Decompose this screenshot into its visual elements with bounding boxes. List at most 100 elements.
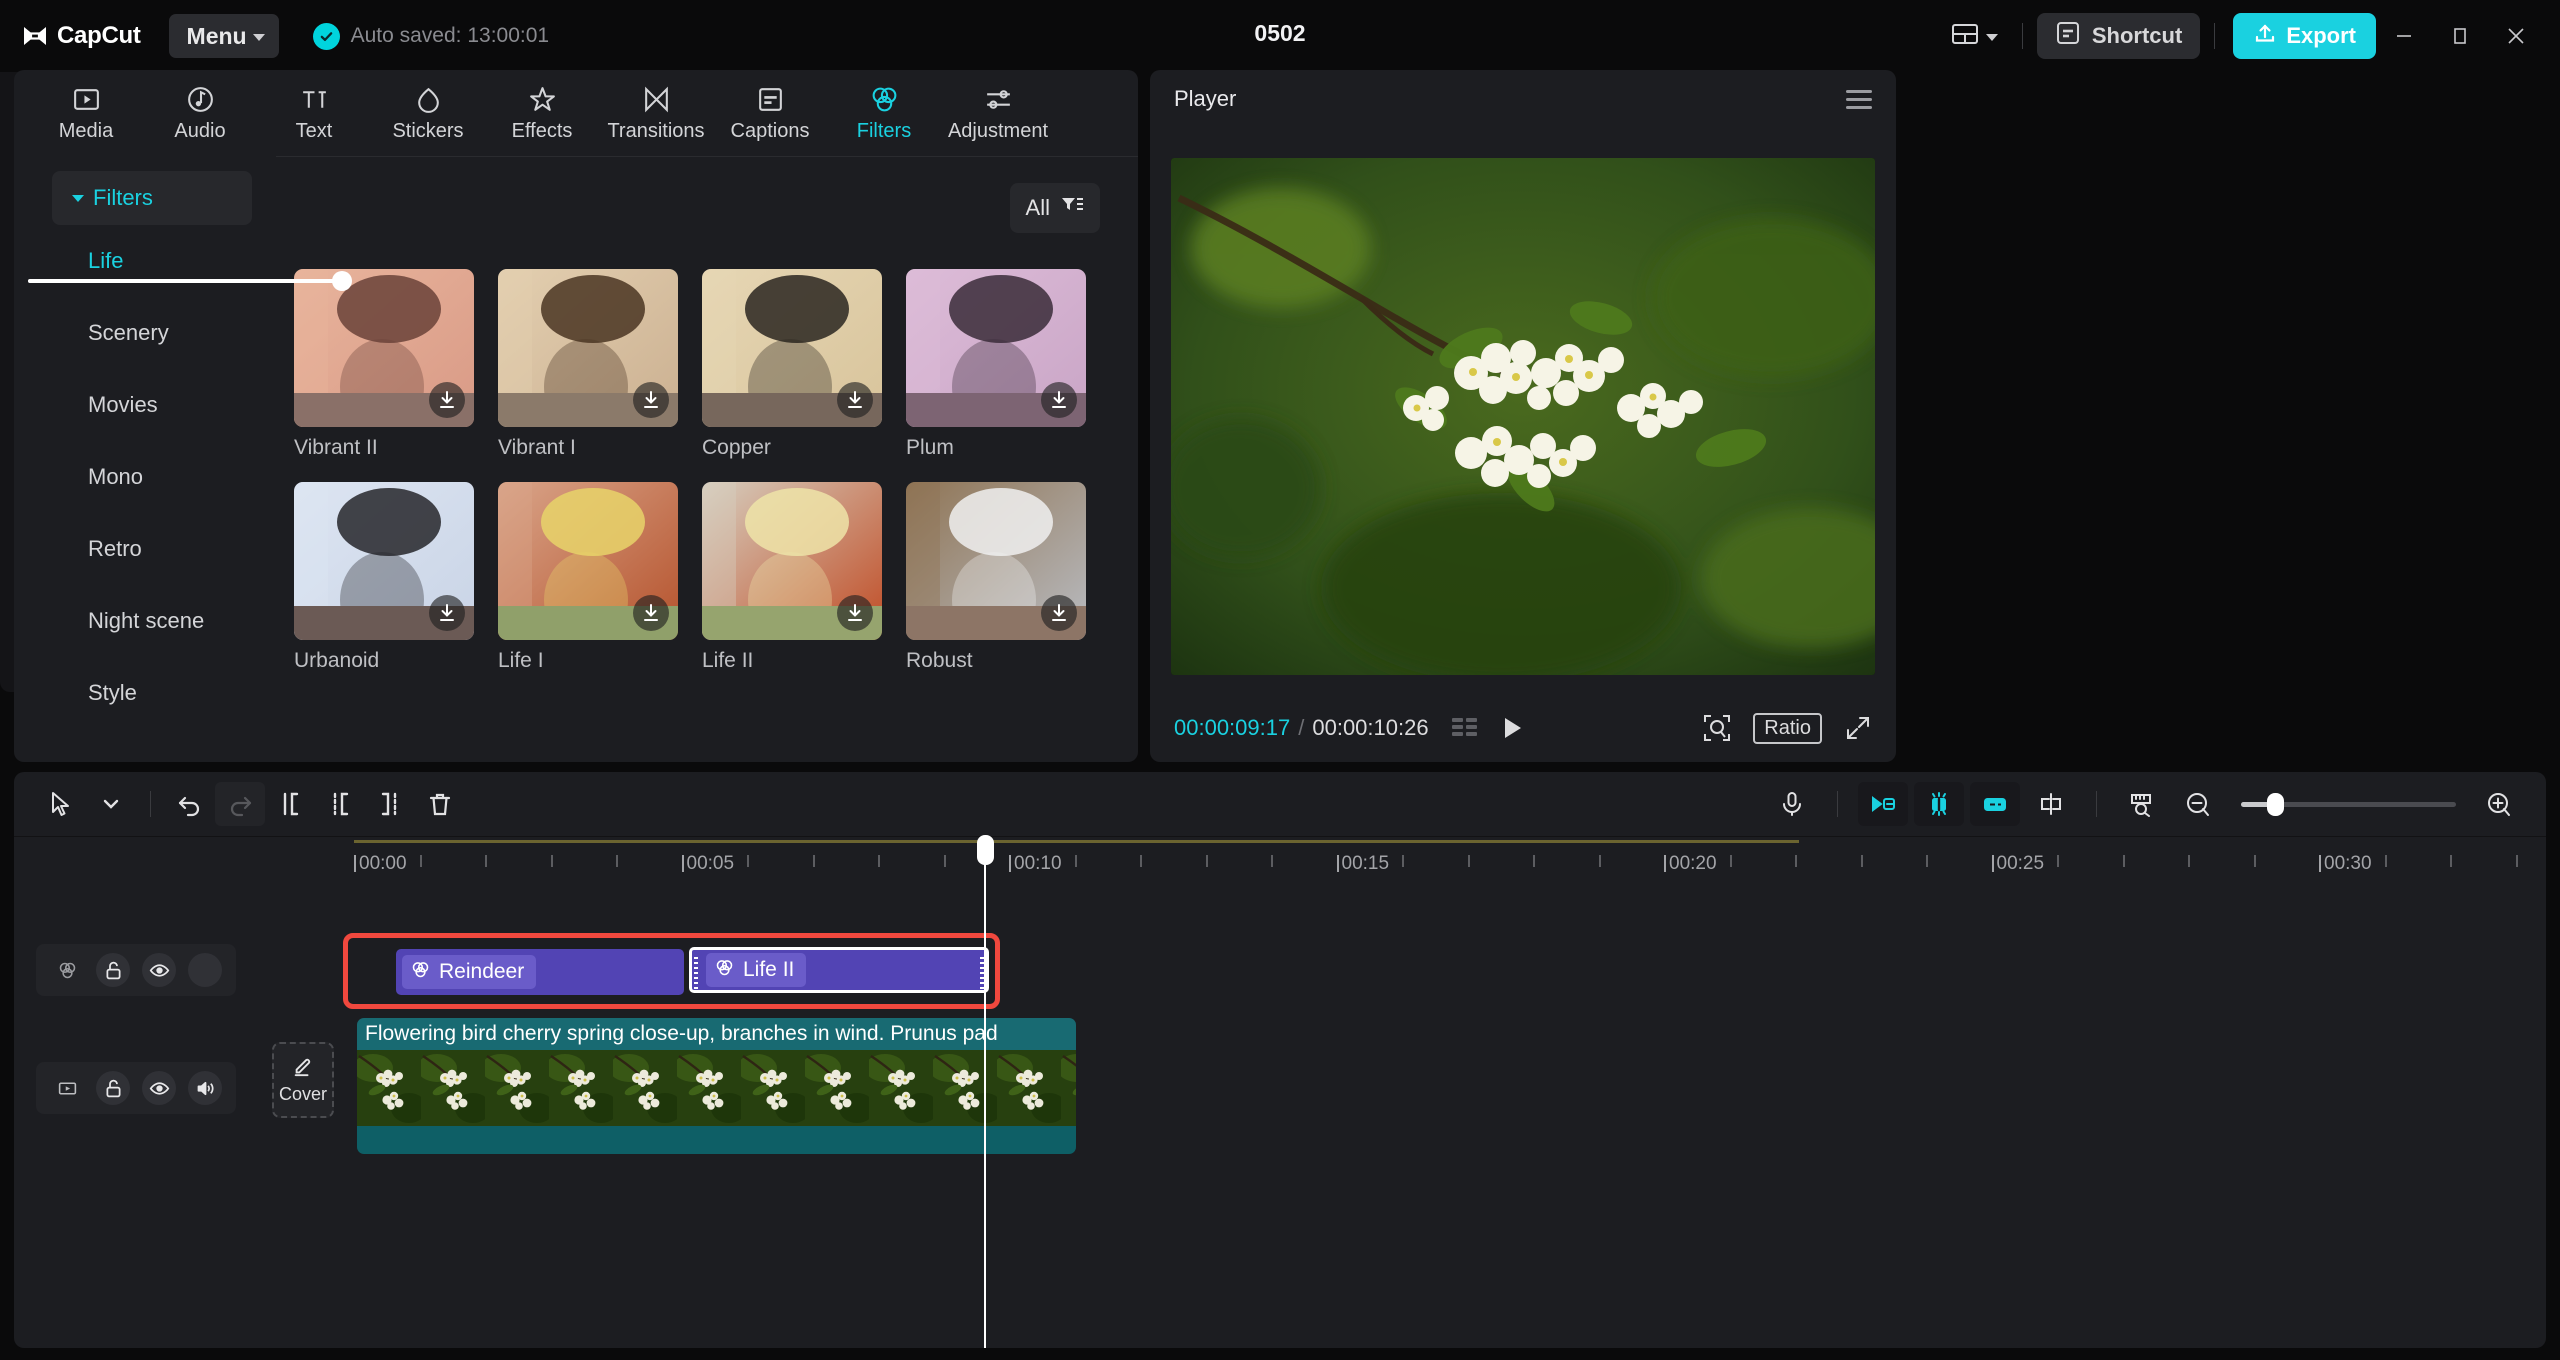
zoom-in-icon[interactable] — [2474, 782, 2524, 826]
trim-right-icon[interactable] — [365, 782, 415, 826]
category-item-retro[interactable]: Retro — [14, 513, 276, 585]
category-item-style[interactable]: Style — [14, 657, 276, 729]
category-label: Retro — [88, 536, 142, 561]
filter-thumb[interactable]: Life I — [498, 482, 678, 673]
redo-icon[interactable] — [215, 782, 265, 826]
ratio-button[interactable]: Ratio — [1753, 712, 1822, 744]
unlock-icon[interactable] — [96, 1071, 130, 1105]
microphone-icon[interactable] — [1767, 782, 1817, 826]
close-button[interactable] — [2488, 12, 2544, 60]
filter-thumb[interactable]: Vibrant II — [294, 269, 474, 460]
strength-slider[interactable] — [28, 271, 352, 291]
filter-thumb[interactable]: Copper — [702, 269, 882, 460]
tab-transitions[interactable]: Transitions — [600, 84, 712, 143]
eye-icon[interactable] — [142, 1071, 176, 1105]
maximize-button[interactable] — [2432, 12, 2488, 60]
filter-thumb[interactable]: Vibrant I — [498, 269, 678, 460]
freeze-icon[interactable] — [1970, 782, 2020, 826]
minimize-button[interactable] — [2376, 12, 2432, 60]
volume-icon[interactable] — [188, 1071, 222, 1105]
ruler-tick — [2515, 855, 2518, 867]
crop-icon[interactable] — [1914, 782, 1964, 826]
download-icon[interactable] — [837, 382, 873, 418]
shortcut-button[interactable]: Shortcut — [2036, 13, 2201, 59]
effect-clip-reindeer[interactable]: Reindeer — [396, 949, 684, 995]
filter-icon — [714, 957, 735, 984]
blank-icon — [188, 953, 222, 987]
video-preview[interactable] — [1171, 158, 1875, 675]
eye-icon[interactable] — [142, 953, 176, 987]
tab-audio[interactable]: Audio — [144, 84, 256, 143]
category-header-filters[interactable]: Filters — [52, 171, 252, 225]
filter-thumb[interactable]: Plum — [906, 269, 1086, 460]
filter-icon — [410, 959, 431, 986]
app-logo: CapCut — [22, 22, 141, 50]
cover-button[interactable]: Cover — [272, 1042, 334, 1118]
clip-label: Reindeer — [439, 960, 525, 983]
hamburger-menu-icon[interactable] — [1846, 89, 1872, 109]
tab-captions[interactable]: Captions — [714, 84, 826, 143]
download-icon[interactable] — [837, 595, 873, 631]
player-panel: Player 00:00:09:17 / 00:00:10:26 Ratio — [1150, 70, 1896, 762]
ruler-tick — [1598, 855, 1601, 867]
video-clip[interactable]: Flowering bird cherry spring close-up, b… — [357, 1018, 1076, 1154]
tool-dropdown-chevron-icon[interactable] — [86, 782, 136, 826]
menu-label: Menu — [186, 22, 247, 49]
mirror-icon[interactable] — [1858, 782, 1908, 826]
timeline-ruler[interactable]: 00:00 00:05 00:10 00:15 00:20 00:25 00:30 — [254, 837, 2546, 891]
category-label: Scenery — [88, 320, 169, 345]
speed-icon[interactable] — [2026, 782, 2076, 826]
download-icon[interactable] — [429, 595, 465, 631]
filmstrip-frame — [357, 1050, 427, 1126]
zoom-out-icon[interactable] — [2173, 782, 2223, 826]
tab-effects[interactable]: Effects — [486, 84, 598, 143]
export-button[interactable]: Export — [2233, 13, 2376, 59]
menu-button[interactable]: Menu — [168, 14, 279, 58]
play-icon[interactable] — [1499, 715, 1525, 741]
category-item-movies[interactable]: Movies — [14, 369, 276, 441]
ruler-icon[interactable] — [2117, 782, 2167, 826]
tab-text[interactable]: Text — [258, 84, 370, 143]
filter-sort-button[interactable]: All — [1009, 183, 1100, 233]
select-tool-icon[interactable] — [36, 782, 86, 826]
category-item-night-scene[interactable]: Night scene — [14, 585, 276, 657]
filmstrip-frame — [801, 1050, 875, 1126]
filter-thumb[interactable]: Life II — [702, 482, 882, 673]
filter-thumb[interactable]: Robust — [906, 482, 1086, 673]
fullscreen-icon[interactable] — [1844, 714, 1872, 742]
tab-adjustment[interactable]: Adjustment — [942, 84, 1054, 143]
download-icon[interactable] — [633, 595, 669, 631]
category-item-life[interactable]: Life — [14, 225, 276, 297]
download-icon[interactable] — [1041, 382, 1077, 418]
trim-left-icon[interactable] — [315, 782, 365, 826]
clip-trim-handle-left[interactable] — [694, 957, 698, 989]
timeline-zoom-slider[interactable] — [2241, 792, 2456, 816]
layout-switch-button[interactable] — [1941, 13, 2008, 60]
frames-icon[interactable] — [1451, 716, 1479, 740]
preview-frame-image — [1171, 158, 1875, 675]
download-icon[interactable] — [1041, 595, 1077, 631]
tab-filters[interactable]: Filters — [828, 84, 940, 143]
chevron-down-icon — [1985, 34, 1998, 41]
delete-icon[interactable] — [415, 782, 465, 826]
zoom-fit-icon[interactable] — [1703, 714, 1731, 742]
download-icon[interactable] — [429, 382, 465, 418]
filter-thumb-image — [906, 482, 1086, 640]
unlock-icon[interactable] — [96, 953, 130, 987]
strength-slider-knob[interactable] — [332, 271, 352, 291]
filter-thumb-label: Plum — [906, 436, 954, 459]
category-item-scenery[interactable]: Scenery — [14, 297, 276, 369]
category-item-mono[interactable]: Mono — [14, 441, 276, 513]
ruler-tick — [1926, 855, 1928, 867]
undo-icon[interactable] — [165, 782, 215, 826]
zoom-slider-knob[interactable] — [2267, 792, 2285, 816]
split-icon[interactable] — [265, 782, 315, 826]
filter-thumb[interactable]: Urbanoid — [294, 482, 474, 673]
download-icon[interactable] — [633, 382, 669, 418]
effect-clip-life-ii[interactable]: Life II — [689, 947, 989, 993]
player-current-time[interactable]: 00:00:09:17 — [1174, 715, 1290, 741]
tab-stickers[interactable]: Stickers — [372, 84, 484, 143]
category-header-label: Filters — [93, 185, 153, 210]
ruler-label: 00:30 — [2319, 853, 2372, 875]
tab-media[interactable]: Media — [30, 84, 142, 143]
